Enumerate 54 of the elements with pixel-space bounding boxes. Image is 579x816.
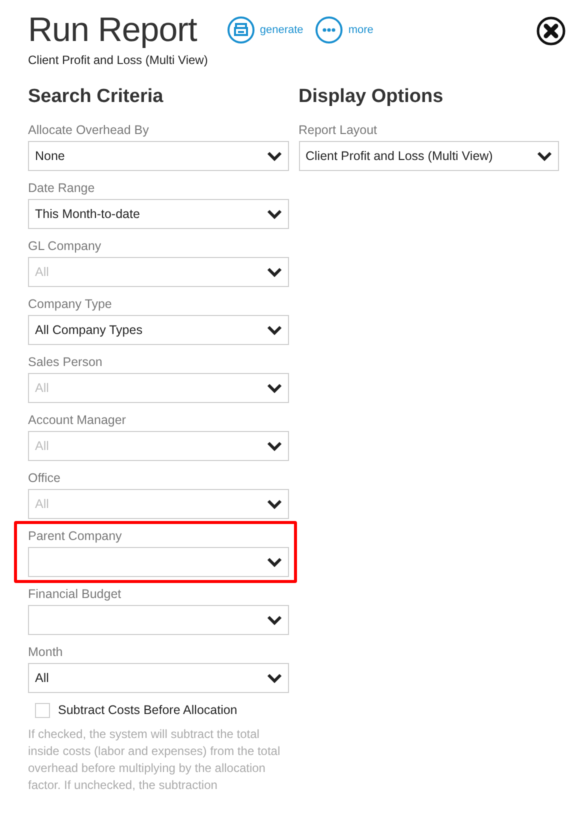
field-placeholder: All (35, 381, 50, 395)
page-title: Run Report (28, 10, 197, 51)
field-label: Company Type (28, 296, 113, 313)
more-button[interactable]: more (315, 16, 374, 44)
help-text: If checked, the system will subtract the total inside costs (labor and expenses) from the total overhead before multiplying by the allocation factor. If unchecked, the subtraction (28, 726, 282, 794)
field-label: Financial Budget (28, 586, 122, 603)
section-heading: Search Criteria (28, 85, 164, 109)
dropdown-field[interactable]: This Month-to-date (28, 199, 288, 229)
dropdown-field[interactable] (28, 605, 288, 635)
field-label: Report Layout (298, 122, 378, 139)
field-placeholder: All (35, 439, 50, 453)
dropdown-field[interactable]: All Company Types (28, 315, 288, 345)
chevron-down-icon (266, 673, 282, 683)
field-label: Month (28, 644, 64, 661)
field-value: None (35, 149, 66, 163)
field-value: All (35, 671, 50, 685)
field-value: All Company Types (35, 323, 144, 337)
dropdown-field[interactable]: All (28, 431, 288, 461)
dropdown-field[interactable]: All (28, 373, 288, 403)
chevron-down-icon (266, 209, 282, 219)
field-label: Date Range (28, 180, 96, 197)
report-subtitle: Client Profit and Loss (Multi View) (28, 53, 209, 67)
chevron-down-icon (266, 615, 282, 625)
dropdown-field[interactable]: All (28, 663, 288, 693)
checkbox[interactable] (35, 702, 50, 718)
section-heading: Display Options (298, 85, 444, 109)
dropdown-field[interactable]: All (28, 489, 288, 519)
field-label: Allocate Overhead By (28, 122, 150, 139)
chevron-down-icon (266, 557, 282, 567)
dropdown-field[interactable]: None (28, 141, 288, 171)
field-label: GL Company (28, 238, 102, 255)
chevron-down-icon (537, 151, 552, 161)
dots-icon (315, 16, 344, 44)
field-value: Client Profit and Loss (Multi View) (306, 149, 494, 163)
field-label: Parent Company (28, 528, 123, 545)
chevron-down-icon (266, 325, 282, 335)
field-placeholder: All (35, 497, 50, 511)
close-icon[interactable] (536, 16, 566, 46)
chevron-down-icon (266, 151, 282, 161)
chevron-down-icon (266, 441, 282, 451)
generate-button[interactable]: generate (226, 16, 304, 44)
chevron-down-icon (266, 499, 282, 509)
dropdown-field[interactable]: Client Profit and Loss (Multi View) (298, 141, 559, 171)
printer-icon (226, 16, 255, 44)
dropdown-field[interactable] (28, 547, 288, 577)
field-value: This Month-to-date (35, 207, 141, 221)
chevron-down-icon (266, 383, 282, 393)
field-label: Sales Person (28, 354, 104, 371)
chevron-down-icon (266, 267, 282, 277)
field-label: Office (28, 470, 62, 487)
checkbox-label: Subtract Costs Before Allocation (58, 703, 238, 717)
field-label: Account Manager (28, 412, 127, 429)
field-placeholder: All (35, 265, 50, 279)
dropdown-field[interactable]: All (28, 257, 288, 287)
